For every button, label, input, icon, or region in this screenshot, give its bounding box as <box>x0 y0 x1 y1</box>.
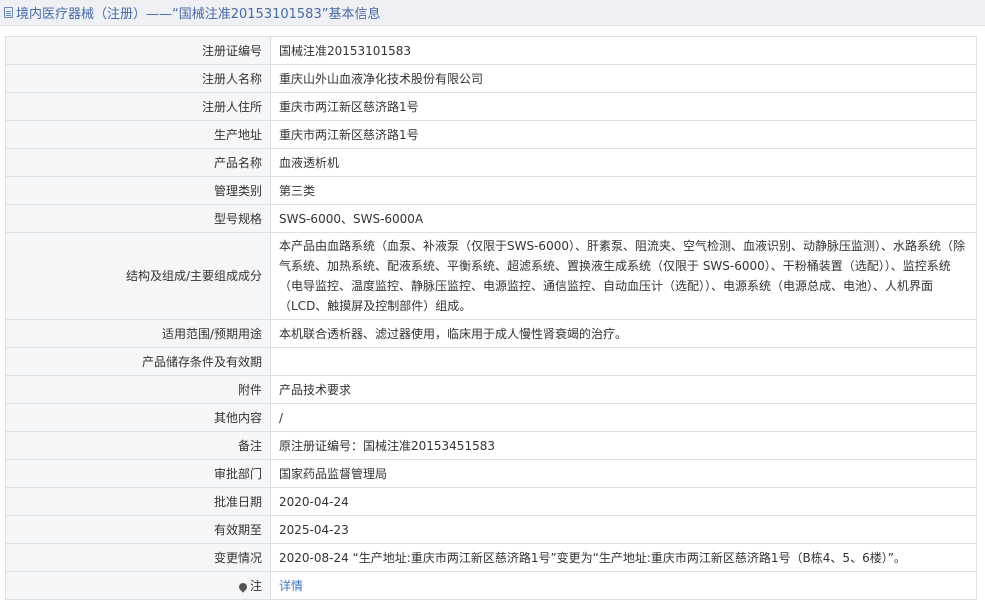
row-label: 审批部门 <box>5 459 271 488</box>
row-label: 生产地址 <box>5 120 271 149</box>
page-title: 境内医疗器械（注册）——“国械注准20153101583”基本信息 <box>16 7 381 22</box>
row-label: 适用范围/预期用途 <box>5 319 271 348</box>
row-label: 变更情况 <box>5 543 271 572</box>
row-registrant-address: 注册人住所 重庆市两江新区慈济路1号 <box>5 92 977 121</box>
row-approval-date: 批准日期 2020-04-24 <box>5 487 977 516</box>
row-note: 注 详情 <box>5 571 977 600</box>
row-value: 国械注准20153101583 <box>270 36 977 65</box>
row-value: 2020-08-24 “生产地址:重庆市两江新区慈济路1号”变更为“生产地址:重… <box>270 543 977 572</box>
row-value: 国家药品监督管理局 <box>270 459 977 488</box>
row-value: 本机联合透析器、滤过器使用，临床用于成人慢性肾衰竭的治疗。 <box>270 319 977 348</box>
row-value: 重庆市两江新区慈济路1号 <box>270 120 977 149</box>
row-change-record: 变更情况 2020-08-24 “生产地址:重庆市两江新区慈济路1号”变更为“生… <box>5 543 977 572</box>
row-value: 本产品由血路系统（血泵、补液泵（仅限于SWS-6000）、肝素泵、阻流夹、空气检… <box>270 232 977 320</box>
row-approval-department: 审批部门 国家药品监督管理局 <box>5 459 977 488</box>
page-header: 境内医疗器械（注册）——“国械注准20153101583”基本信息 <box>0 0 985 26</box>
row-label: 批准日期 <box>5 487 271 516</box>
row-value: 重庆市两江新区慈济路1号 <box>270 92 977 121</box>
row-attachment: 附件 产品技术要求 <box>5 375 977 404</box>
note-label: 注 <box>249 578 262 593</box>
info-table: 注册证编号 国械注准20153101583 注册人名称 重庆山外山血液净化技术股… <box>5 36 977 600</box>
row-label: 其他内容 <box>5 403 271 432</box>
row-production-address: 生产地址 重庆市两江新区慈济路1号 <box>5 120 977 149</box>
row-label: 产品储存条件及有效期 <box>5 347 271 376</box>
row-value: 2020-04-24 <box>270 487 977 516</box>
row-structure-composition: 结构及组成/主要组成成分 本产品由血路系统（血泵、补液泵（仅限于SWS-6000… <box>5 232 977 320</box>
document-icon <box>4 7 13 18</box>
row-storage-conditions: 产品储存条件及有效期 <box>5 347 977 376</box>
row-intended-use: 适用范围/预期用途 本机联合透析器、滤过器使用，临床用于成人慢性肾衰竭的治疗。 <box>5 319 977 348</box>
row-label: 注册人名称 <box>5 64 271 93</box>
row-label: 注 <box>5 571 271 600</box>
row-label: 注册人住所 <box>5 92 271 121</box>
row-value <box>270 347 977 376</box>
row-value: SWS-6000、SWS-6000A <box>270 204 977 233</box>
row-value: 血液透析机 <box>270 148 977 177</box>
row-label: 有效期至 <box>5 515 271 544</box>
row-product-name: 产品名称 血液透析机 <box>5 148 977 177</box>
details-link[interactable]: 详情 <box>279 579 303 593</box>
row-registrant-name: 注册人名称 重庆山外山血液净化技术股份有限公司 <box>5 64 977 93</box>
row-value: / <box>270 403 977 432</box>
row-value: 重庆山外山血液净化技术股份有限公司 <box>270 64 977 93</box>
row-value: 2025-04-23 <box>270 515 977 544</box>
row-value: 原注册证编号：国械注准20153451583 <box>270 431 977 460</box>
row-remarks: 备注 原注册证编号：国械注准20153451583 <box>5 431 977 460</box>
row-label: 附件 <box>5 375 271 404</box>
row-label: 备注 <box>5 431 271 460</box>
row-management-category: 管理类别 第三类 <box>5 176 977 205</box>
row-label: 结构及组成/主要组成成分 <box>5 232 271 320</box>
row-label: 型号规格 <box>5 204 271 233</box>
row-other-content: 其他内容 / <box>5 403 977 432</box>
row-value: 产品技术要求 <box>270 375 977 404</box>
row-label: 管理类别 <box>5 176 271 205</box>
row-label: 产品名称 <box>5 148 271 177</box>
row-valid-until: 有效期至 2025-04-23 <box>5 515 977 544</box>
row-model-spec: 型号规格 SWS-6000、SWS-6000A <box>5 204 977 233</box>
row-value: 详情 <box>270 571 977 600</box>
row-registration-number: 注册证编号 国械注准20153101583 <box>5 36 977 65</box>
row-value: 第三类 <box>270 176 977 205</box>
pin-icon <box>237 580 249 593</box>
row-label: 注册证编号 <box>5 36 271 65</box>
